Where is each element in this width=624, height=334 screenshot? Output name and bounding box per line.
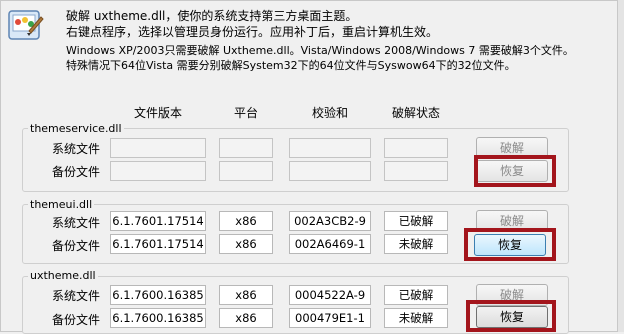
notes-text-line2: 特殊情况下64位Vista 需要分别破解System32下的64位文件与Sysw… [66, 59, 516, 72]
status-field: 已破解 [384, 285, 448, 305]
platform-field [219, 161, 273, 181]
row-label-system-file: 系统文件 [52, 289, 101, 303]
status-field [384, 138, 448, 158]
column-header-checksum: 校验和 [311, 106, 348, 120]
version-field [110, 161, 206, 181]
checksum-field: 002A6469-1 [289, 234, 371, 254]
group-title-themeui: themeui.dll [28, 198, 95, 211]
checksum-field [289, 161, 371, 181]
platform-field: x86 [219, 211, 273, 231]
highlight-box [474, 155, 556, 187]
window-right-edge [617, 0, 624, 332]
status-field [384, 161, 448, 181]
platform-field: x86 [219, 285, 273, 305]
version-field: 6.1.7600.16385 [110, 285, 206, 305]
group-title-themeservice: themeservice.dll [28, 122, 124, 135]
checksum-field: 0004522A-9 [289, 285, 371, 305]
row-label-system-file: 系统文件 [52, 216, 101, 230]
row-label-backup-file: 备份文件 [52, 313, 101, 327]
status-field: 已破解 [384, 211, 448, 231]
version-field: 6.1.7601.17514 [110, 211, 206, 231]
checksum-field: 002A3CB2-9 [289, 211, 371, 231]
platform-field [219, 138, 273, 158]
group-title-uxtheme: uxtheme.dll [28, 269, 98, 282]
highlight-box [466, 300, 556, 332]
row-label-backup-file: 备份文件 [52, 239, 101, 253]
intro-text-line1: 破解 uxtheme.dll，使你的系统支持第三方桌面主题。 [66, 9, 358, 23]
status-field: 未破解 [384, 234, 448, 254]
version-field [110, 138, 206, 158]
column-header-status: 破解状态 [391, 106, 440, 120]
platform-field: x86 [219, 308, 273, 328]
checksum-field: 000479E1-1 [289, 308, 371, 328]
column-header-version: 文件版本 [133, 106, 182, 120]
paint-palette-icon [8, 10, 44, 40]
column-header-platform: 平台 [233, 106, 258, 120]
version-field: 6.1.7600.16385 [110, 308, 206, 328]
intro-text-line2: 右键点程序，选择以管理员身份运行。应用补丁后，重启计算机生效。 [66, 25, 439, 39]
notes-text-line1: Windows XP/2003只需要破解 Uxtheme.dll。Vista/W… [66, 44, 574, 57]
row-label-backup-file: 备份文件 [52, 165, 101, 179]
highlight-box [464, 228, 556, 261]
status-field: 未破解 [384, 308, 448, 328]
version-field: 6.1.7601.17514 [110, 234, 206, 254]
row-label-system-file: 系统文件 [52, 142, 101, 156]
platform-field: x86 [219, 234, 273, 254]
checksum-field [289, 138, 371, 158]
